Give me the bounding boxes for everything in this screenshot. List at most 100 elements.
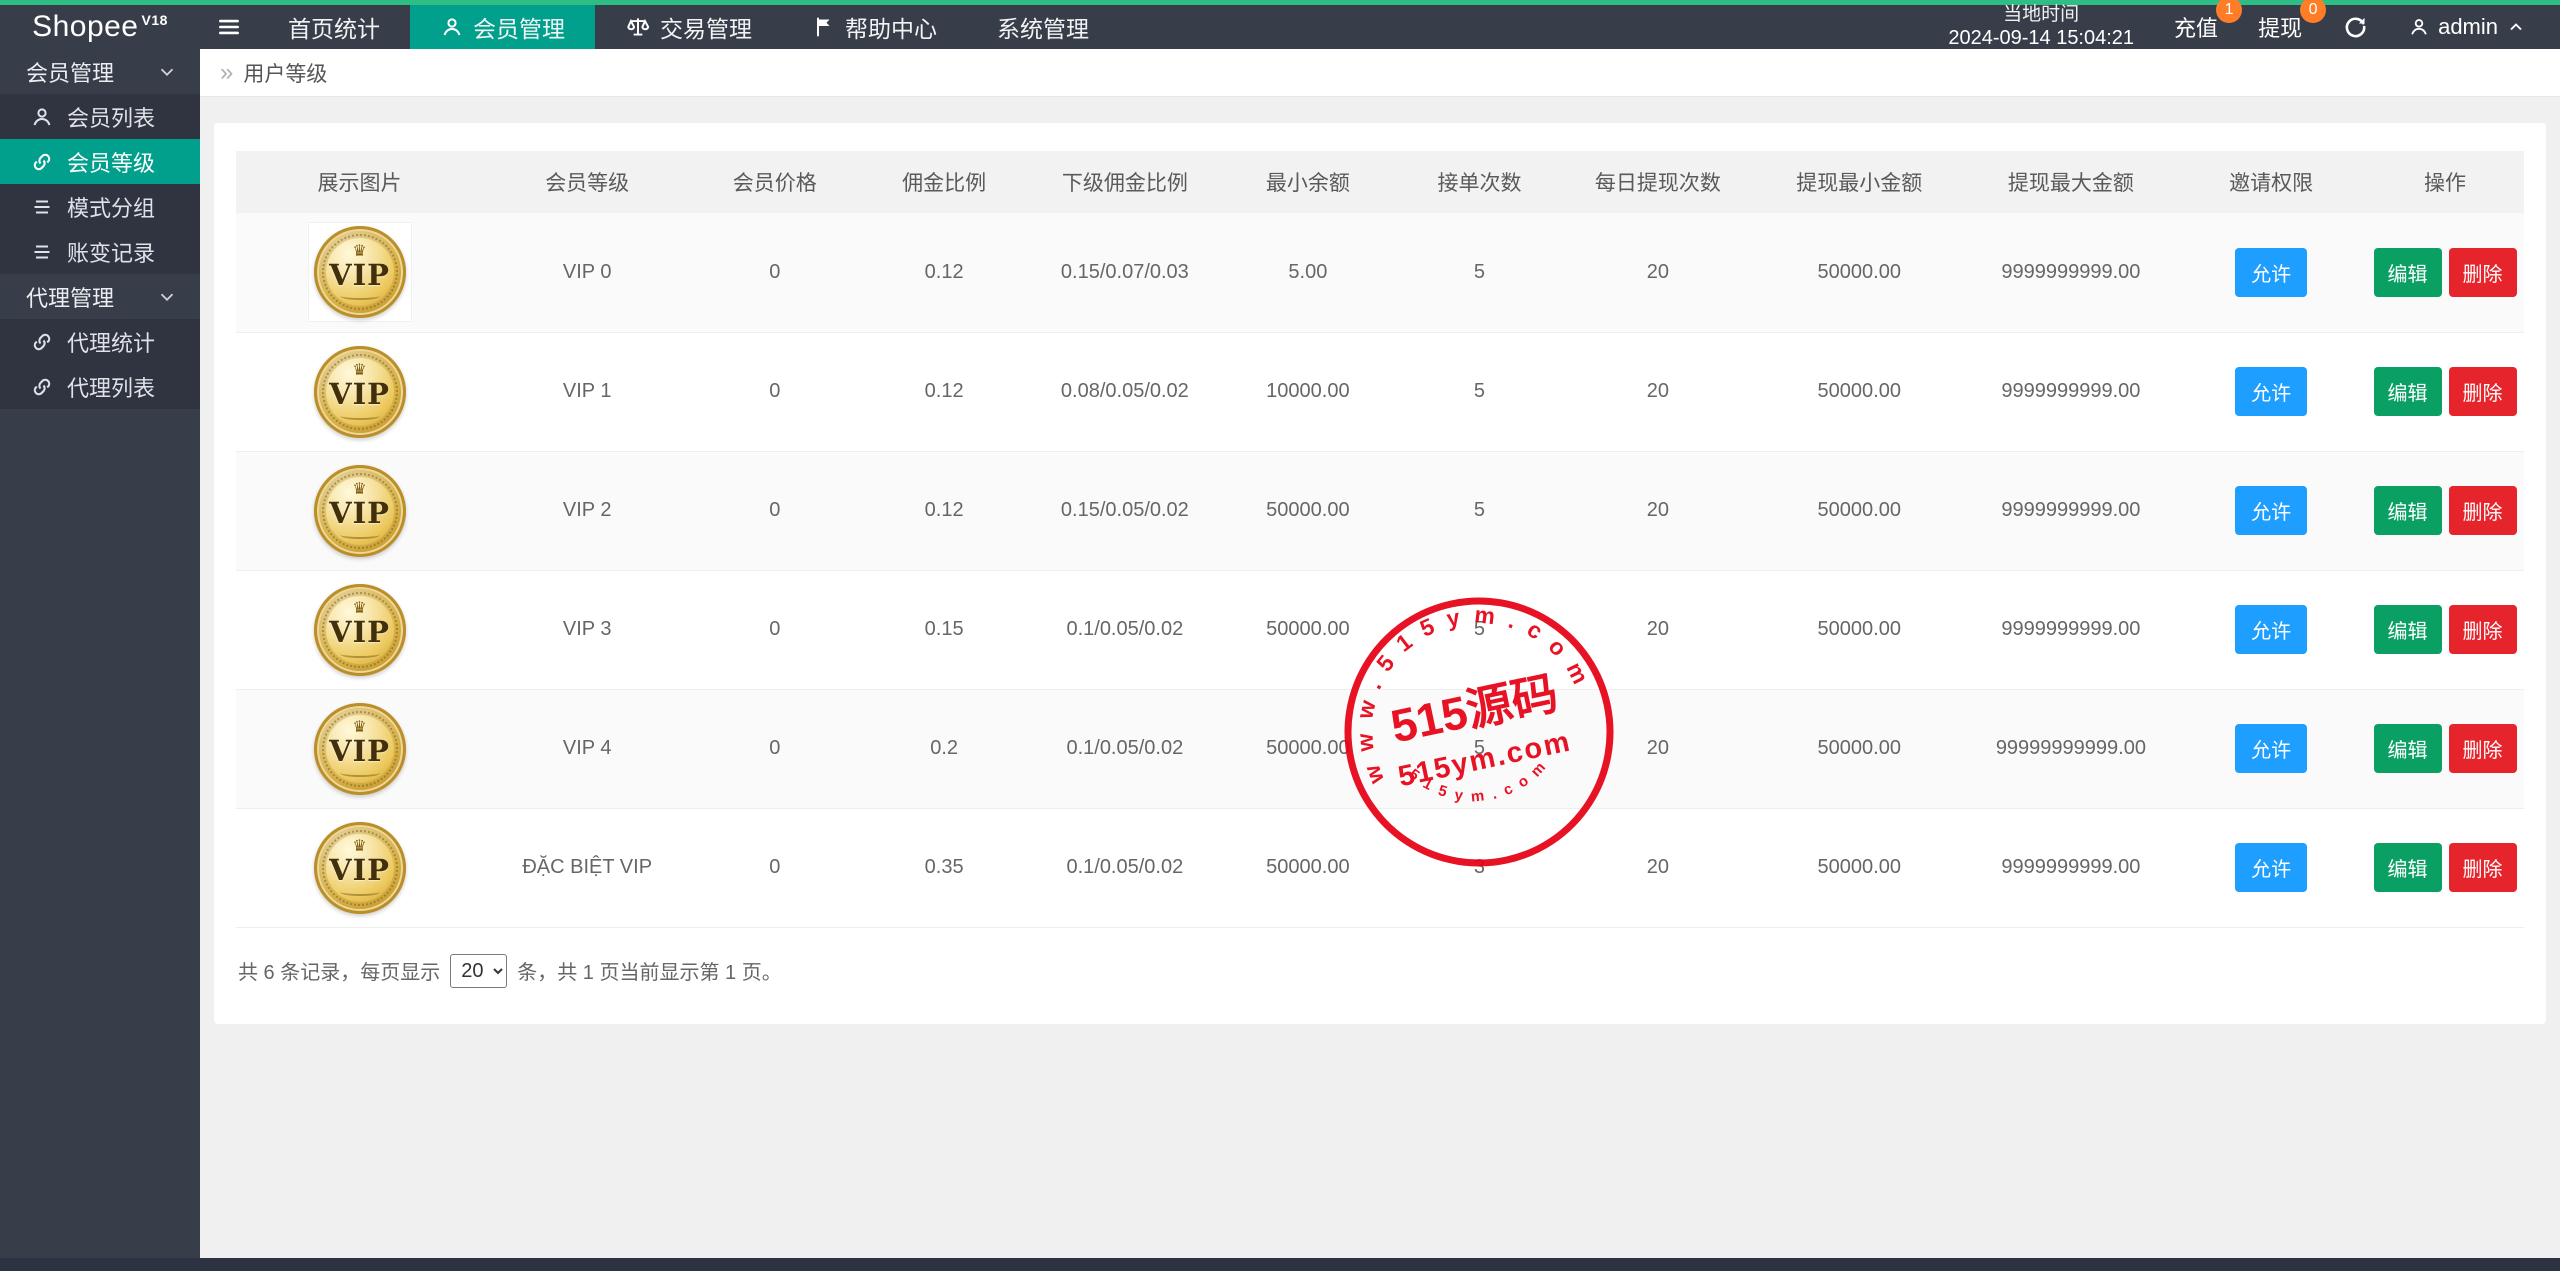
pagination: 共 6 条记录，每页显示 20 条，共 1 页当前显示第 1 页。 (236, 928, 2524, 994)
vip-coin-image: ♛ VIP (313, 464, 406, 557)
table-row: ♛ VIP VIP 4 0 0.2 0.1/0.05/0.02 50000.00… (236, 689, 2524, 808)
table-card: 展示图片 会员等级 会员价格 佣金比例 下级佣金比例 最小余额 接单次数 每日提现次数 提现最小… (214, 123, 2546, 1024)
cell-min-balance: 5.00 (1288, 260, 1328, 283)
sidebar-item-member-list[interactable]: 会员列表 (0, 94, 200, 139)
edit-button[interactable]: 编辑 (2373, 605, 2442, 654)
edit-button[interactable]: 编辑 (2373, 247, 2442, 297)
cell-order-count: 5 (1473, 380, 1486, 402)
chevron-up-icon (2510, 23, 2522, 31)
withdraw-badge: 0 (2300, 0, 2327, 23)
cell-sub-commission-ratio: 0.1/0.05/0.02 (1066, 618, 1184, 640)
cell-withdraw-min: 50000.00 (1817, 380, 1901, 402)
cell-order-count: 5 (1473, 499, 1486, 521)
nav-tab-system-management[interactable]: 系统管理 (967, 5, 1119, 49)
cell-member-price: 0 (769, 618, 781, 640)
nav-tab-home-stats[interactable]: 首页统计 (258, 5, 410, 49)
cell-commission-ratio: 0.15 (924, 618, 964, 640)
sidebar-group-member-items: 会员列表 会员等级 模式分组 账变记录 (0, 94, 200, 274)
nav-tab-trade-management[interactable]: 交易管理 (595, 5, 782, 49)
table-row: ♛ VIP VIP 3 0 0.15 0.1/0.05/0.02 50000.0… (236, 570, 2524, 689)
nav-tab-label: 会员管理 (473, 16, 565, 42)
cell-actions: 编辑 删除 (2366, 808, 2524, 927)
delete-button[interactable]: 删除 (2448, 367, 2517, 416)
coin-script-line (339, 769, 380, 777)
sidebar-group-agent-management[interactable]: 代理管理 (0, 274, 200, 319)
allow-button[interactable]: 允许 (2235, 605, 2308, 654)
cell-withdraw-max: 9999999999.00 (2001, 499, 2141, 521)
vip-coin-image: ♛ VIP (313, 702, 406, 795)
sidebar-item-agent-stats[interactable]: 代理统计 (0, 319, 200, 364)
cell-daily-withdraw-count: 20 (1646, 499, 1670, 521)
sidebar-item-label: 代理统计 (67, 330, 156, 356)
local-time: 当地时间 2024-09-14 15:04:21 (1948, 4, 2134, 51)
cell-daily-withdraw-count: 20 (1646, 260, 1670, 283)
allow-button[interactable]: 允许 (2235, 724, 2308, 773)
sidebar-item-member-level[interactable]: 会员等级 (0, 139, 200, 184)
allow-button[interactable]: 允许 (2235, 843, 2308, 892)
nav-tab-help-center[interactable]: 帮助中心 (782, 5, 967, 49)
sidebar-group-label: 代理管理 (26, 285, 115, 311)
app-version: V18 (141, 12, 168, 28)
cell-withdraw-max: 99999999999.00 (1995, 737, 2146, 759)
sidebar-item-mode-group[interactable]: 模式分组 (0, 184, 200, 229)
top-navbar: Shopee V18 首页统计 会员管理 交易管理 帮助中心 系统管理 当地时间 … (0, 0, 2560, 51)
main-area: » 用户等级 展示图片 会员等级 会员价格 佣金比例 下级佣金比例 最小余额 接单次数 每日提… (200, 49, 2560, 1258)
sidebar-item-agent-list[interactable]: 代理列表 (0, 364, 200, 409)
cell-order-count: 3 (1473, 856, 1486, 878)
sidebar-group-member-management[interactable]: 会员管理 (0, 49, 200, 94)
column-header: 接单次数 (1395, 151, 1563, 213)
breadcrumb-arrows-icon: » (220, 58, 234, 86)
coin-script-line (339, 292, 380, 301)
cell-withdraw-max: 9999999999.00 (2001, 380, 2141, 402)
user-icon (2411, 19, 2427, 35)
delete-button[interactable]: 删除 (2448, 724, 2517, 773)
cell-member-price: 0 (769, 499, 781, 521)
nav-tab-member-management[interactable]: 会员管理 (410, 5, 595, 49)
vip-coin-text: VIP (329, 377, 390, 412)
allow-button[interactable]: 允许 (2235, 367, 2308, 416)
vip-coin-text: VIP (329, 853, 390, 888)
scales-icon (627, 18, 650, 36)
vip-coin-image: ♛ VIP (313, 226, 406, 319)
edit-button[interactable]: 编辑 (2373, 843, 2442, 892)
edit-button[interactable]: 编辑 (2373, 367, 2442, 416)
allow-button[interactable]: 允许 (2235, 247, 2308, 297)
delete-button[interactable]: 删除 (2448, 486, 2517, 535)
sidebar-item-label: 模式分组 (67, 195, 156, 221)
delete-button[interactable]: 删除 (2448, 843, 2517, 892)
cell-min-balance: 50000.00 (1266, 737, 1350, 759)
allow-button[interactable]: 允许 (2235, 486, 2308, 535)
coin-script-line (339, 412, 380, 420)
app-logo[interactable]: Shopee V18 (0, 5, 200, 49)
cell-actions: 编辑 删除 (2366, 213, 2524, 332)
cell-member-level: VIP 4 (562, 737, 612, 759)
cell-member-price: 0 (769, 856, 781, 878)
cell-commission-ratio: 0.35 (924, 856, 964, 878)
delete-button[interactable]: 删除 (2448, 605, 2517, 654)
withdraw-link[interactable]: 提现 0 (2258, 0, 2327, 43)
page-size-select[interactable]: 20 (450, 953, 508, 988)
crown-icon: ♛ (352, 362, 367, 380)
edit-button[interactable]: 编辑 (2373, 486, 2442, 535)
user-menu[interactable]: admin (2408, 14, 2526, 40)
crown-icon: ♛ (352, 600, 367, 618)
sidebar-group-label: 会员管理 (26, 60, 115, 86)
nav-tab-label: 首页统计 (288, 16, 380, 42)
edit-button[interactable]: 编辑 (2373, 724, 2442, 773)
column-header: 最小余额 (1219, 151, 1396, 213)
sidebar-item-account-change-log[interactable]: 账变记录 (0, 229, 200, 274)
navbar-right: 当地时间 2024-09-14 15:04:21 充值 1 提现 0 admin (1948, 0, 2560, 51)
recharge-link[interactable]: 充值 1 (2174, 0, 2243, 43)
cell-sub-commission-ratio: 0.1/0.05/0.02 (1066, 856, 1184, 878)
horizontal-scrollbar[interactable] (0, 1258, 2560, 1271)
delete-button[interactable]: 删除 (2448, 247, 2517, 297)
sidebar-toggle-button[interactable] (200, 5, 258, 49)
local-time-label: 当地时间 (2003, 3, 2080, 25)
pagination-suffix: 条，共 1 页当前显示第 1 页。 (517, 962, 782, 984)
column-header: 展示图片 (236, 151, 484, 213)
link-icon (33, 153, 51, 170)
crown-icon: ♛ (352, 243, 367, 261)
cell-commission-ratio: 0.12 (924, 499, 964, 521)
cell-withdraw-max: 9999999999.00 (2001, 618, 2141, 640)
refresh-button[interactable] (2342, 14, 2368, 40)
